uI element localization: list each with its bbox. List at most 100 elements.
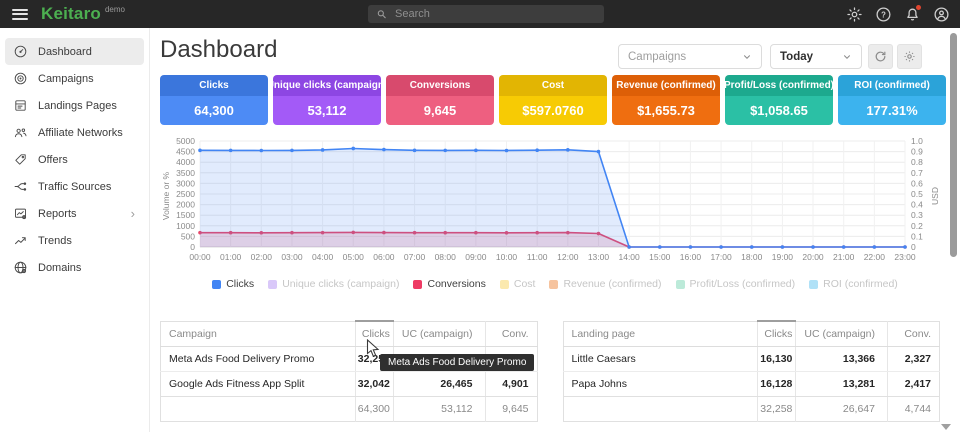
scroll-down-icon[interactable] — [941, 424, 951, 430]
legend-item-conversions[interactable]: Conversions — [413, 278, 485, 290]
svg-text:3500: 3500 — [176, 168, 195, 178]
legend-swatch — [212, 280, 221, 289]
svg-text:2500: 2500 — [176, 189, 195, 199]
svg-text:16:00: 16:00 — [680, 252, 702, 262]
col-header-landing-page[interactable]: Landing page — [563, 321, 758, 347]
vertical-scrollbar[interactable] — [950, 33, 957, 257]
sidebar-item-landings-pages[interactable]: Landings Pages — [5, 92, 144, 119]
legend-item-profit-loss[interactable]: Profit/Loss (confirmed) — [676, 278, 796, 290]
col-header-uc[interactable]: UC (campaign) — [796, 321, 888, 347]
svg-text:1.0: 1.0 — [911, 136, 923, 146]
svg-text:19:00: 19:00 — [772, 252, 794, 262]
campaigns-filter-value: Campaigns — [628, 51, 686, 63]
stat-card-clicks: Clicks 64,300 — [160, 75, 268, 125]
sidebar-item-domains[interactable]: Domains — [5, 254, 144, 281]
gear-icon — [903, 50, 916, 63]
stat-card-value: 9,645 — [386, 96, 494, 125]
svg-text:14:00: 14:00 — [618, 252, 640, 262]
svg-text:10:00: 10:00 — [496, 252, 518, 262]
totals-spacer — [563, 397, 758, 422]
table-totals-row: 64,300 53,112 9,645 — [161, 397, 538, 422]
svg-text:07:00: 07:00 — [404, 252, 426, 262]
svg-text:0.3: 0.3 — [911, 210, 923, 220]
sidebar-item-offers[interactable]: Offers — [5, 146, 144, 173]
help-icon[interactable]: ? — [875, 6, 892, 23]
table-row[interactable]: Little Caesars 16,130 13,366 2,327 — [563, 347, 940, 372]
sidebar-item-label: Traffic Sources — [38, 181, 111, 193]
globe-icon — [13, 260, 28, 275]
campaigns-filter-select[interactable]: Campaigns — [618, 44, 762, 69]
refresh-button[interactable] — [868, 44, 893, 69]
dashboard-gauge-icon — [13, 44, 28, 59]
menu-toggle-icon[interactable] — [12, 6, 28, 22]
svg-text:22:00: 22:00 — [864, 252, 886, 262]
app-logo[interactable]: Keitaro — [41, 4, 101, 24]
settings-gear-icon[interactable] — [846, 6, 863, 23]
sidebar-item-traffic-sources[interactable]: Traffic Sources — [5, 173, 144, 200]
notifications-bell-icon[interactable] — [904, 6, 921, 23]
sidebar-item-dashboard[interactable]: Dashboard — [5, 38, 144, 65]
legend-swatch — [549, 280, 558, 289]
stat-card-label: Conversions — [386, 75, 494, 96]
uc-total: 26,647 — [796, 397, 888, 422]
col-header-conv[interactable]: Conv. — [888, 321, 940, 347]
svg-text:11:00: 11:00 — [527, 252, 548, 262]
stat-card-roi: ROI (confirmed) 177.31% — [838, 75, 946, 125]
landing-pages-table: Landing page Clicks UC (campaign) Conv. … — [563, 320, 941, 422]
col-header-clicks[interactable]: Clicks — [355, 321, 393, 347]
sidebar-item-label: Trends — [38, 235, 72, 247]
svg-text:4000: 4000 — [176, 157, 195, 167]
landing-page-name[interactable]: Papa Johns — [563, 372, 758, 397]
stat-card-label: Profit/Loss (confirmed) — [725, 75, 833, 96]
svg-text:09:00: 09:00 — [465, 252, 487, 262]
table-header-row: Campaign Clicks UC (campaign) Conv. — [161, 321, 538, 347]
date-range-select[interactable]: Today — [770, 44, 862, 69]
sidebar-item-label: Campaigns — [38, 73, 94, 85]
account-icon[interactable] — [933, 6, 950, 23]
chart-legend: Clicks Unique clicks (campaign) Conversi… — [150, 278, 960, 290]
sidebar: Dashboard Campaigns Landings Pages Affil… — [0, 28, 150, 432]
svg-text:4500: 4500 — [176, 147, 195, 157]
legend-item-roi[interactable]: ROI (confirmed) — [809, 278, 898, 290]
col-header-campaign[interactable]: Campaign — [161, 321, 356, 347]
uc-value: 13,281 — [796, 372, 888, 397]
col-header-uc[interactable]: UC (campaign) — [393, 321, 485, 347]
legend-item-clicks[interactable]: Clicks — [212, 278, 254, 290]
date-range-value: Today — [780, 51, 813, 63]
sidebar-item-label: Domains — [38, 262, 81, 274]
table-row[interactable]: Papa Johns 16,128 13,281 2,417 — [563, 372, 940, 397]
sidebar-item-reports[interactable]: Reports › — [5, 200, 144, 227]
svg-text:05:00: 05:00 — [343, 252, 365, 262]
sidebar-item-trends[interactable]: Trends — [5, 227, 144, 254]
table-row[interactable]: Google Ads Fitness App Split 32,042 26,4… — [161, 372, 538, 397]
svg-text:0.7: 0.7 — [911, 168, 923, 178]
dashboard-settings-button[interactable] — [897, 44, 922, 69]
svg-text:02:00: 02:00 — [251, 252, 273, 262]
svg-text:?: ? — [881, 10, 886, 19]
legend-item-cost[interactable]: Cost — [500, 278, 536, 290]
stat-card-conversions: Conversions 9,645 — [386, 75, 494, 125]
legend-swatch — [809, 280, 818, 289]
sidebar-item-campaigns[interactable]: Campaigns — [5, 65, 144, 92]
svg-text:2000: 2000 — [176, 200, 195, 210]
global-search[interactable] — [368, 5, 604, 23]
landing-page-name[interactable]: Little Caesars — [563, 347, 758, 372]
legend-item-revenue[interactable]: Revenue (confirmed) — [549, 278, 661, 290]
campaign-name[interactable]: Google Ads Fitness App Split — [161, 372, 356, 397]
svg-text:5000: 5000 — [176, 136, 195, 146]
clicks-value: 32,042 — [355, 372, 393, 397]
campaign-name[interactable]: Meta Ads Food Delivery Promo — [161, 347, 356, 372]
col-header-clicks[interactable]: Clicks — [758, 321, 796, 347]
hover-tooltip: Meta Ads Food Delivery Promo — [380, 354, 534, 371]
svg-text:3000: 3000 — [176, 178, 195, 188]
sidebar-item-affiliate-networks[interactable]: Affiliate Networks — [5, 119, 144, 146]
uc-value: 26,465 — [393, 372, 485, 397]
page-title: Dashboard — [160, 36, 277, 64]
legend-item-unique-clicks[interactable]: Unique clicks (campaign) — [268, 278, 399, 290]
search-input[interactable] — [393, 7, 596, 21]
svg-text:01:00: 01:00 — [220, 252, 242, 262]
col-header-conv[interactable]: Conv. — [485, 321, 537, 347]
legend-label: Conversions — [427, 278, 485, 290]
stat-card-value: $1,058.65 — [725, 96, 833, 125]
stat-card-label: Unique clicks (campaign) — [273, 75, 381, 96]
